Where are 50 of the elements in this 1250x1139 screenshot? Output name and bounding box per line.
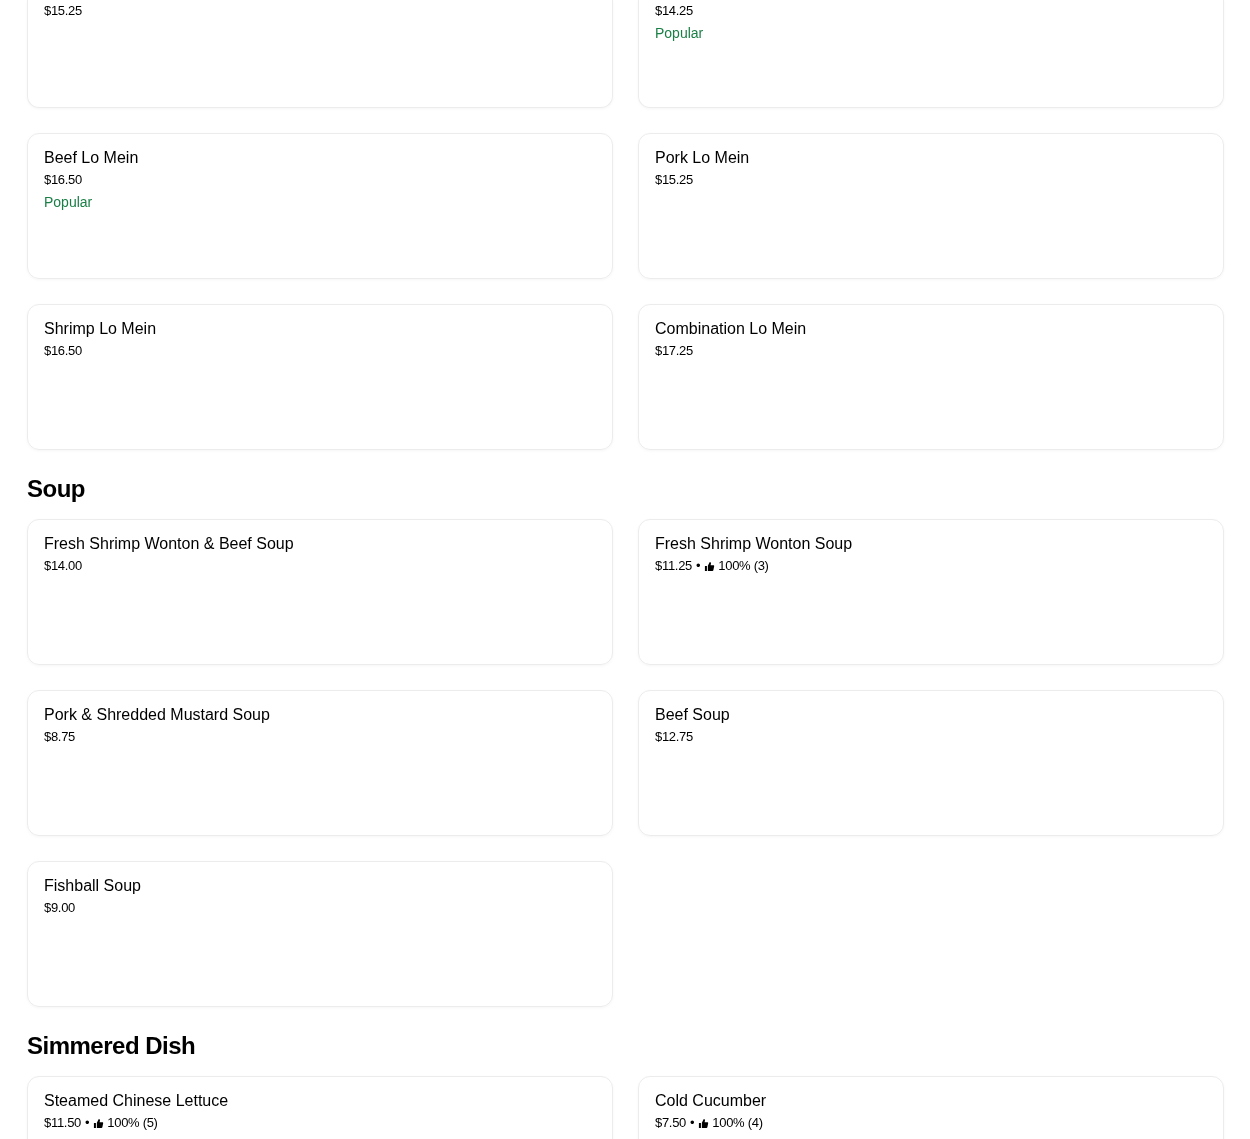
item-name: Steamed Chinese Lettuce [44, 1091, 230, 1111]
item-rating: 100% (3) [718, 557, 769, 575]
item-name: Fishball Soup [44, 876, 142, 896]
menu-item-card[interactable]: Fishball Soup $9.00 [27, 861, 613, 1007]
menu-item-card[interactable]: Pork & Shredded Mustard Soup $8.75 [27, 690, 613, 836]
item-name: Fresh Shrimp Wonton Soup [655, 534, 854, 554]
menu-item-card[interactable]: Beef Soup $12.75 [638, 690, 1224, 836]
menu-item-card[interactable]: $14.25 Popular [638, 0, 1224, 108]
item-name: Beef Soup [655, 705, 731, 725]
item-name: Pork Lo Mein [655, 148, 751, 168]
section-heading: Simmered Dish [27, 1032, 197, 1060]
item-price: $15.25 [44, 2, 82, 20]
item-price: $16.50 [44, 171, 82, 189]
separator-dot: • [690, 1114, 695, 1132]
item-price: $16.50 [44, 342, 82, 360]
item-price: $9.00 [44, 899, 76, 917]
item-price: $15.25 [655, 171, 693, 189]
item-name: Fresh Shrimp Wonton & Beef Soup [44, 534, 295, 554]
thumbs-up-icon [698, 1117, 710, 1129]
item-price: $14.25 [655, 2, 693, 20]
popular-label: Popular [44, 193, 94, 211]
separator-dot: • [696, 557, 701, 575]
menu-item-card[interactable]: $15.25 [27, 0, 613, 108]
item-rating: 100% (5) [107, 1114, 158, 1132]
item-name: Cold Cucumber [655, 1091, 768, 1111]
menu-item-card[interactable]: Fresh Shrimp Wonton & Beef Soup $14.00 [27, 519, 613, 665]
menu-item-card[interactable]: Steamed Chinese Lettuce $11.50 • 100% (5) [27, 1076, 613, 1139]
item-price: $11.25 [655, 557, 692, 575]
popular-label: Popular [655, 24, 705, 42]
menu-item-card[interactable]: Beef Lo Mein $16.50 Popular [27, 133, 613, 279]
item-price: $12.75 [655, 728, 693, 746]
item-name: Beef Lo Mein [44, 148, 140, 168]
item-name: Combination Lo Mein [655, 319, 808, 339]
separator-dot: • [85, 1114, 90, 1132]
thumbs-up-icon [704, 560, 716, 572]
menu-item-card[interactable]: Fresh Shrimp Wonton Soup $11.25 • 100% (3) [638, 519, 1224, 665]
thumbs-up-icon [93, 1117, 105, 1129]
item-rating: 100% (4) [712, 1114, 763, 1132]
menu-item-card[interactable]: Cold Cucumber $7.50 • 100% (4) [638, 1076, 1224, 1139]
item-name: Pork & Shredded Mustard Soup [44, 705, 271, 725]
menu-item-card[interactable]: Shrimp Lo Mein $16.50 [27, 304, 613, 450]
item-price: $8.75 [44, 728, 76, 746]
item-price: $17.25 [655, 342, 693, 360]
menu-item-card[interactable]: Pork Lo Mein $15.25 [638, 133, 1224, 279]
item-price: $11.50 [44, 1114, 81, 1132]
item-name: Shrimp Lo Mein [44, 319, 158, 339]
section-heading: Soup [27, 475, 86, 503]
item-price: $14.00 [44, 557, 82, 575]
menu-item-card[interactable]: Combination Lo Mein $17.25 [638, 304, 1224, 450]
item-price: $7.50 [655, 1114, 687, 1132]
